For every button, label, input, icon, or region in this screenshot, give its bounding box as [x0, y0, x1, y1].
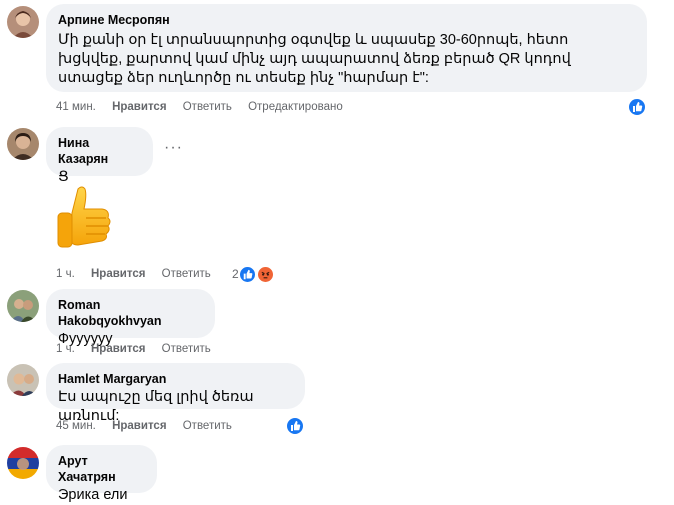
comment-text: Մի քանի օր էլ տրանսպորտից օգտվեք և սպասե…: [58, 32, 571, 86]
reaction-summary[interactable]: 2: [232, 265, 282, 285]
avatar-photo: [7, 128, 39, 160]
reply-button[interactable]: Ответить: [183, 420, 232, 432]
edited-label: Отредактировано: [248, 101, 343, 113]
comment-author[interactable]: Roman Hakobqyokhvyan: [58, 297, 203, 329]
avatar[interactable]: [7, 447, 39, 479]
comment-bubble: Арпине Месропян Մի քանի օր էլ տրանսպորտի…: [46, 4, 647, 92]
comment-author[interactable]: Нина Казарян: [58, 135, 141, 167]
reply-button[interactable]: Ответить: [162, 268, 211, 280]
comment-text: Эрика ели: [58, 487, 128, 503]
comment-bubble: Roman Hakobqyokhvyan Фуууууу: [46, 289, 215, 347]
avatar[interactable]: [7, 290, 39, 322]
comment-time[interactable]: 45 мин.: [56, 420, 96, 432]
like-icon[interactable]: [627, 97, 647, 117]
like-button[interactable]: Нравится: [91, 268, 145, 280]
avatar-photo: [7, 364, 39, 396]
like-button[interactable]: Нравится: [112, 420, 166, 432]
like-icon: [238, 265, 257, 284]
more-options-icon[interactable]: ···: [164, 139, 183, 157]
comment-actions: 1 ч. Нравится Ответить: [56, 343, 224, 355]
comment-author[interactable]: Арут Хачатрян: [58, 453, 145, 485]
avatar[interactable]: [7, 6, 39, 38]
reply-button[interactable]: Ответить: [162, 343, 211, 355]
comment-author[interactable]: Арпине Месропян: [58, 12, 635, 28]
comment-time[interactable]: 1 ч.: [56, 343, 75, 355]
like-button[interactable]: Нравится: [91, 343, 145, 355]
comment-actions: 45 мин. Нравится Ответить: [56, 420, 245, 432]
reply-button[interactable]: Ответить: [183, 101, 232, 113]
like-button[interactable]: Нравится: [112, 101, 166, 113]
thumbs-up-sticker: [52, 183, 114, 253]
avatar-photo: [7, 290, 39, 322]
comment-actions: 41 мин. Нравится Ответить Отредактирован…: [56, 101, 356, 113]
comment-bubble: Hamlet Margaryan Էս ապուշը մեզ լրիվ ծեռա…: [46, 363, 305, 424]
comment-bubble: Арут Хачатрян Эрика ели: [46, 445, 157, 503]
like-icon[interactable]: [285, 416, 305, 436]
avatar[interactable]: [7, 128, 39, 160]
avatar-photo: [7, 6, 39, 38]
comment-time[interactable]: 41 мин.: [56, 101, 96, 113]
comment-actions: 1 ч. Нравится Ответить: [56, 268, 224, 280]
comment-bubble: Нина Казарян Ց: [46, 127, 153, 185]
avatar[interactable]: [7, 364, 39, 396]
comment-time[interactable]: 1 ч.: [56, 268, 75, 280]
angry-icon: [256, 265, 275, 284]
avatar-photo: [7, 447, 39, 479]
comment-author[interactable]: Hamlet Margaryan: [58, 371, 293, 387]
